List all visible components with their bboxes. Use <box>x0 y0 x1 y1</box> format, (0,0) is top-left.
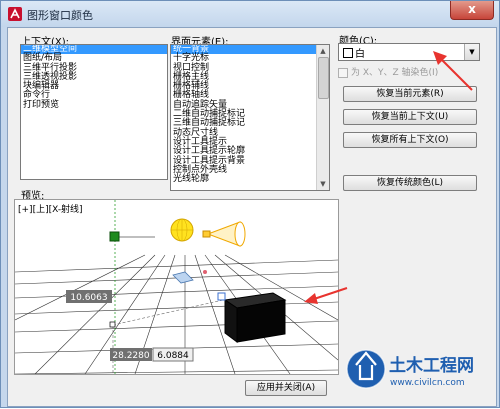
color-select-value: 白 <box>355 49 365 60</box>
apply-and-close-button[interactable]: 应用并关闭(A) <box>245 380 327 396</box>
preview-viewport: [+][上][X-射线] 10.6063 28.2280 6.0884 <box>14 199 339 375</box>
watermark: 土木工程网 www.civilcn.com <box>344 339 496 403</box>
scroll-thumb[interactable] <box>318 57 329 99</box>
tint-axes-label: 为 X、Y、Z 轴染色(I) <box>351 68 439 78</box>
autocad-logo-icon <box>8 7 22 21</box>
dimension-2: 28.2280 <box>112 351 149 361</box>
color-select[interactable]: 白 ▼ <box>338 43 480 61</box>
restore-element-button[interactable]: 恢复当前元素(R) <box>343 86 477 102</box>
chevron-down-icon[interactable]: ▼ <box>464 44 479 60</box>
dimension-1: 10.6063 <box>70 293 107 303</box>
scroll-up-icon[interactable]: ▲ <box>318 46 328 56</box>
restore-context-button[interactable]: 恢复当前上下文(U) <box>343 109 477 125</box>
watermark-url: www.civilcn.com <box>390 378 465 388</box>
dialog-window: 图形窗口颜色 x 上下文(X): 二维模型空间 图纸/布局 三维平行投影 三维透视投影… <box>0 0 500 408</box>
scroll-down-icon[interactable]: ▼ <box>318 179 328 189</box>
context-list-item[interactable]: 打印预览 <box>21 100 167 110</box>
color-swatch <box>343 48 353 58</box>
checkbox-box[interactable] <box>338 67 348 78</box>
watermark-logo-icon: 土木工程网 www.civilcn.com <box>346 349 474 389</box>
title-bar[interactable]: 图形窗口颜色 x <box>1 1 499 27</box>
context-listbox[interactable]: 二维模型空间 图纸/布局 三维平行投影 三维透视投影 块编辑器 命令行 打印预览 <box>20 44 168 180</box>
interface-element-list-item[interactable]: 光线轮廓 <box>171 174 329 184</box>
close-button[interactable]: x <box>450 1 494 20</box>
window-title: 图形窗口颜色 <box>27 9 93 22</box>
interface-elements-listbox[interactable]: 统一背景 十字光标 视口控制 栅格主线 栅格辅线 栅格轴线 自动追踪矢量 二维自动捕捉标记 三维… <box>170 44 330 191</box>
watermark-brand: 土木工程网 <box>389 355 474 376</box>
restore-classic-colors-button[interactable]: 恢复传统颜色(L) <box>343 175 477 191</box>
dimension-3: 6.0884 <box>157 351 189 361</box>
interface-scrollbar[interactable]: ▲ ▼ <box>316 45 329 190</box>
restore-all-contexts-button[interactable]: 恢复所有上下文(O) <box>343 132 477 148</box>
preview-scene: 10.6063 28.2280 6.0884 <box>15 200 338 374</box>
tint-axes-checkbox[interactable]: 为 X、Y、Z 轴染色(I) <box>338 65 438 78</box>
